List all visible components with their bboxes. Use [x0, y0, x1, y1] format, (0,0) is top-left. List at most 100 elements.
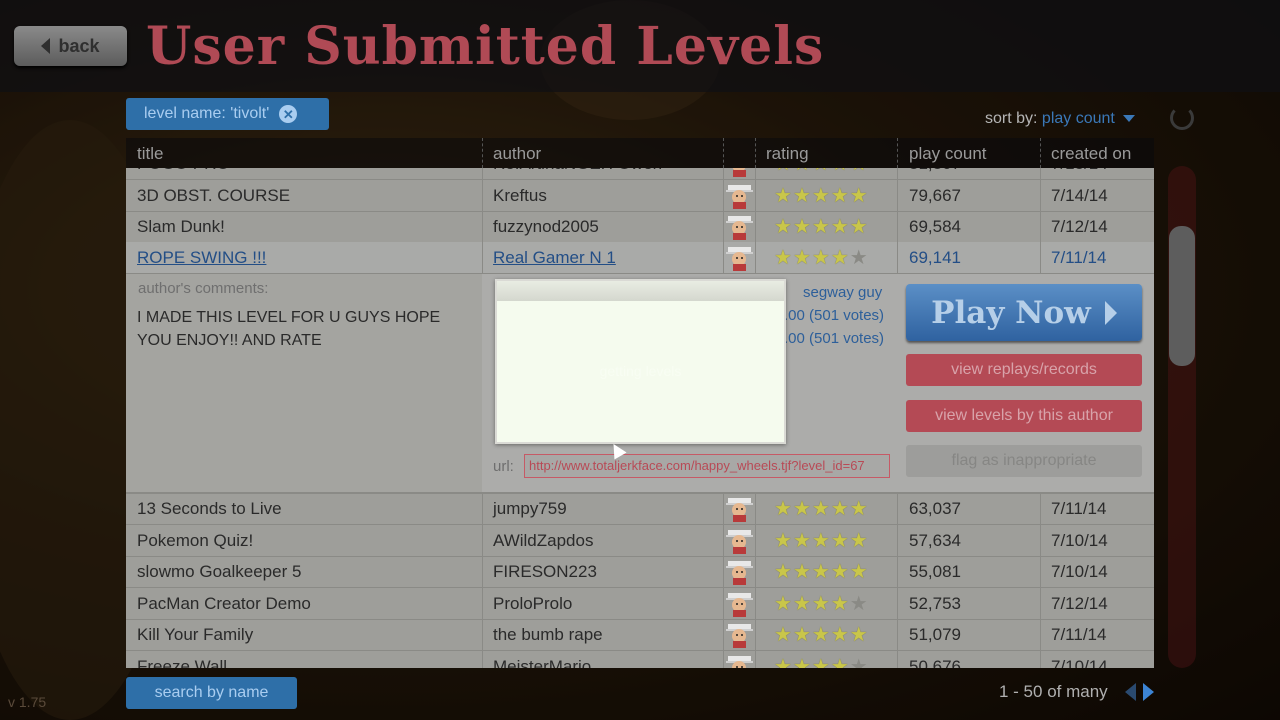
view-replays-button[interactable]: view replays/records — [906, 354, 1142, 386]
rating-stars: ★★★★★ — [774, 594, 868, 614]
star-icon: ★ — [811, 247, 830, 269]
cell-divider — [723, 587, 724, 619]
cell-divider — [482, 493, 483, 524]
filter-chip[interactable]: level name: 'tivolt' ✕ — [126, 98, 329, 130]
row-author: Kreftus — [493, 186, 547, 205]
star-icon: ★ — [830, 655, 849, 669]
star-icon: ★ — [830, 529, 849, 552]
cell-divider — [897, 650, 898, 668]
scrollbar[interactable] — [1168, 166, 1196, 668]
cell-divider — [897, 493, 898, 524]
back-button[interactable]: back — [14, 26, 127, 66]
table-row[interactable]: Freeze Wall MeisterMario 50,676 7/10/14 ★ ★ ★ ★… — [126, 650, 1154, 669]
row-title: Pokemon Quiz! — [137, 530, 254, 550]
row-play-count: 81,807 — [909, 168, 961, 174]
chevron-down-icon[interactable] — [1122, 115, 1135, 123]
author-comments: I MADE THIS LEVEL FOR U GUYS HOPE YOU EN… — [137, 309, 441, 349]
table-row[interactable]: 13 Seconds to Live jumpy759 63,037 7/11/14 ★… — [126, 493, 1154, 525]
view-author-levels-button[interactable]: view levels by this author — [906, 400, 1142, 432]
cell-divider — [1040, 180, 1041, 211]
pagination-info: 1 - 50 of many — [999, 682, 1108, 701]
table-row[interactable]: Kill Your Family the bumb rape 51,079 7/11/… — [126, 619, 1154, 651]
row-play-count: 79,667 — [909, 186, 961, 205]
cell-divider — [482, 650, 483, 668]
star-icon: ★ — [811, 216, 830, 238]
rating-stars: ★★★★★ — [774, 168, 868, 174]
row-author[interactable]: Real Gamer N 1 — [493, 248, 616, 268]
table-row[interactable]: ROPE SWING !!! Real Gamer N 1 69,141 7/11/1… — [126, 242, 1154, 274]
cell-divider — [897, 211, 898, 242]
cell-divider — [482, 180, 483, 211]
row-play-count: 52,753 — [909, 593, 961, 613]
star-icon: ★ — [792, 529, 811, 552]
comments-label: author's comments: — [138, 280, 269, 297]
table-row[interactable]: 3D OBST. COURSE Kreftus 79,667 7/14/14 ★ ★ ★ ★ ★ — [126, 180, 1154, 212]
star-icon: ★ — [811, 561, 830, 583]
play-now-button[interactable]: Play Now — [906, 284, 1142, 341]
vehicle-name: segway guy — [803, 284, 883, 301]
cell-divider — [482, 168, 483, 179]
level-url-field[interactable]: http://www.totaljerkface.com/happy_wheel… — [524, 454, 890, 478]
row-created-on: 7/12/14 — [1051, 593, 1108, 613]
star-icon: ★ — [792, 185, 811, 207]
star-icon: ★ — [812, 168, 830, 174]
scrollbar-thumb[interactable] — [1169, 226, 1195, 366]
column-divider — [1040, 138, 1042, 168]
search-by-name-button[interactable]: search by name — [126, 677, 297, 709]
column-created-on[interactable]: created on — [1051, 144, 1131, 164]
table-row[interactable]: Pokemon Quiz! AWildZapdos 57,634 7/10/14 ★ ★ ★… — [126, 524, 1154, 557]
star-icon: ★ — [830, 498, 849, 520]
star-icon: ★ — [849, 592, 868, 615]
star-icon: ★ — [774, 592, 792, 615]
column-title[interactable]: title — [137, 144, 163, 164]
star-icon: ★ — [774, 655, 792, 669]
table-row[interactable]: Slam Dunk! fuzzynod2005 69,584 7/12/14 ★ ★ ★ ★ ★ — [126, 211, 1154, 243]
cell-divider — [1040, 619, 1041, 650]
column-rating[interactable]: rating — [766, 144, 809, 164]
cell-divider — [1040, 524, 1041, 556]
cell-divider — [755, 242, 756, 273]
column-author[interactable]: author — [493, 144, 541, 164]
cell-divider — [482, 556, 483, 587]
row-title: slowmo Goalkeeper 5 — [137, 562, 302, 581]
cell-divider — [723, 650, 724, 668]
popup-title-bar — [497, 281, 784, 301]
cell-divider — [1040, 242, 1041, 273]
rating-stars: ★★★★★ — [774, 248, 868, 268]
refresh-icon[interactable] — [1170, 106, 1194, 130]
author-avatar-icon — [726, 213, 753, 240]
row-created-on: 7/15/14 — [1051, 168, 1108, 174]
table-row[interactable]: PacMan Creator Demo ProloProlo 52,753 7/12/… — [126, 587, 1154, 620]
cell-divider — [723, 493, 724, 524]
cell-divider — [723, 619, 724, 650]
author-avatar-icon — [726, 621, 753, 648]
rating-info: .00 (501 votes) — [784, 307, 885, 324]
table-row[interactable]: POGO PRO Re.ArtinaNGEH Owen 81,807 7/15/14 ★… — [126, 168, 1154, 180]
table-row[interactable]: slowmo Goalkeeper 5 FIRESON223 55,081 7/10/… — [126, 556, 1154, 588]
cell-divider — [482, 211, 483, 242]
sort-value[interactable]: play count — [1042, 110, 1115, 127]
back-label: back — [58, 35, 100, 56]
cell-divider — [755, 168, 756, 179]
author-avatar-icon — [726, 168, 753, 177]
close-icon[interactable]: ✕ — [279, 105, 298, 123]
row-author: jumpy759 — [493, 499, 567, 518]
flag-button[interactable]: flag as inappropriate — [906, 445, 1142, 477]
page-title: User Submitted Levels — [146, 16, 825, 77]
author-avatar-icon — [726, 182, 753, 209]
play-arrow-icon — [1104, 300, 1117, 325]
column-play-count[interactable]: play count — [909, 144, 987, 164]
star-icon: ★ — [792, 655, 811, 669]
row-author: ProloProlo — [493, 593, 573, 613]
star-icon: ★ — [774, 168, 792, 174]
row-title[interactable]: ROPE SWING !!! — [137, 248, 266, 268]
star-icon: ★ — [811, 592, 830, 615]
cell-divider — [755, 211, 756, 242]
back-arrow-icon — [41, 38, 51, 54]
star-icon: ★ — [774, 624, 792, 646]
next-page-icon[interactable] — [1143, 683, 1154, 701]
sort-control[interactable]: sort by: play count — [985, 110, 1135, 128]
prev-page-icon[interactable] — [1125, 683, 1136, 701]
cell-divider — [723, 168, 724, 179]
column-divider — [755, 138, 757, 168]
